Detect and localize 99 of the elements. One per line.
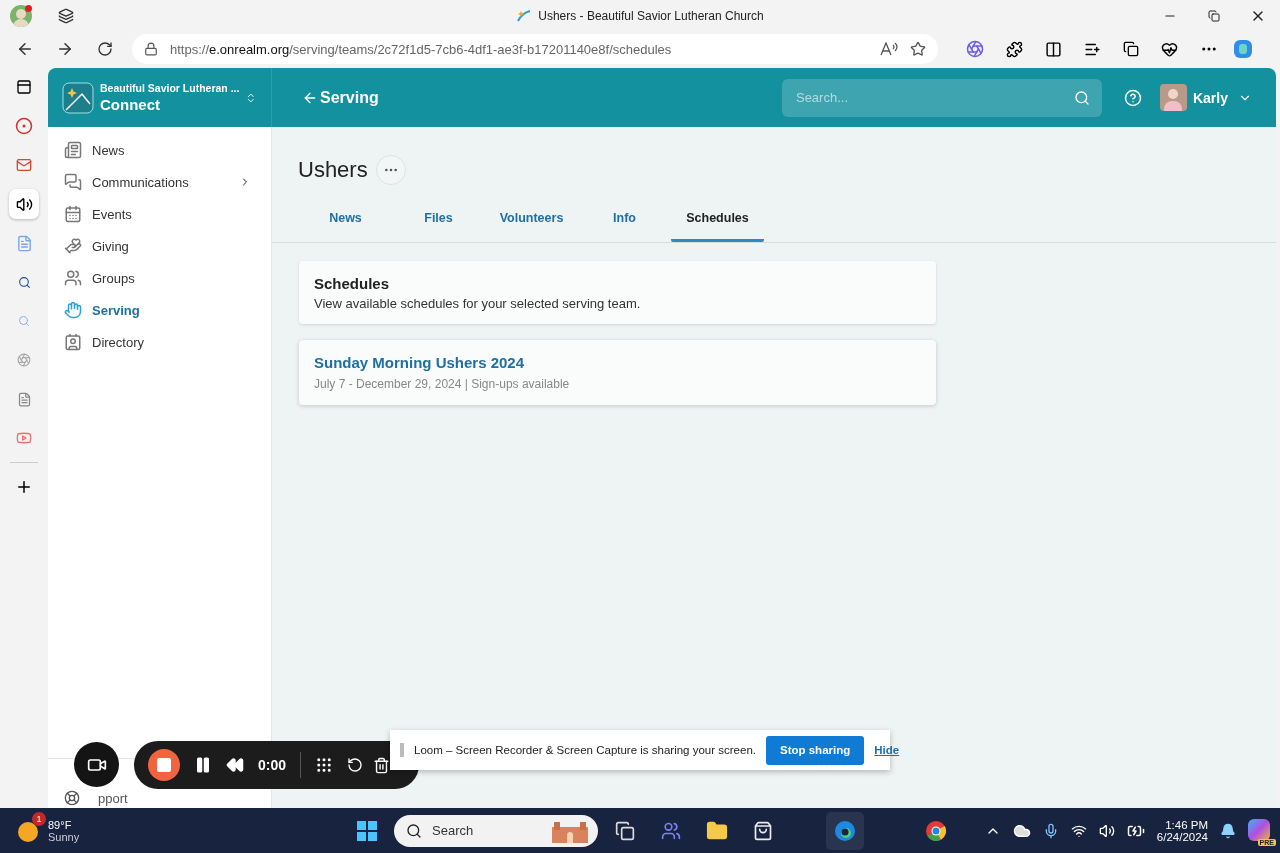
browser-button[interactable] <box>826 811 864 850</box>
grid-icon[interactable] <box>315 756 334 774</box>
address-bar[interactable]: https://e.onrealm.org/serving/teams/2c72f1d5-7cb6-4df1-ae3f-b17201140e8f/schedules <box>132 34 938 64</box>
tab[interactable]: Files <box>392 197 485 242</box>
volume-icon[interactable] <box>1098 822 1115 839</box>
calendar-icon <box>64 205 82 223</box>
collections-icon[interactable] <box>1123 41 1139 57</box>
page-title: Ushers <box>298 157 368 183</box>
teams-icon[interactable] <box>661 820 681 841</box>
split-screen-icon[interactable] <box>1045 40 1062 58</box>
nav-item[interactable]: Groups <box>48 262 271 294</box>
back-icon <box>16 40 34 58</box>
chrome-browser-icon[interactable] <box>924 818 948 843</box>
organization-name: Beautiful Savior Lutheran ... <box>100 81 240 96</box>
tab[interactable]: News <box>299 197 392 242</box>
extension-icon[interactable] <box>966 40 984 58</box>
taskbar-search-input[interactable]: Search <box>430 822 542 839</box>
tabs-icon[interactable] <box>58 8 74 24</box>
heart-pulse-icon[interactable] <box>1161 40 1178 58</box>
stop-sharing-button[interactable]: Stop sharing <box>766 735 865 765</box>
tab[interactable]: Volunteers <box>485 197 578 242</box>
sharing-message: Loom – Screen Recorder & Screen Capture is sharing your screen. <box>414 744 756 756</box>
copilot-icon[interactable] <box>1248 818 1270 841</box>
profile-avatar[interactable] <box>10 5 32 27</box>
search-input[interactable]: Search... <box>793 89 1074 106</box>
aperture-icon <box>17 353 31 367</box>
app-name: Connect <box>100 96 161 114</box>
contact-icon <box>64 333 82 351</box>
taskbar-search-field[interactable]: Search <box>394 814 598 847</box>
schedule-title: Sunday Morning Ushers 2024 <box>314 354 526 371</box>
search-icon <box>17 275 31 289</box>
nav-item[interactable]: Directory <box>48 326 271 358</box>
temperature: 89°F <box>48 818 73 831</box>
read-aloud-icon[interactable] <box>880 42 898 56</box>
puzzle-icon[interactable] <box>1006 40 1023 58</box>
task-view-icon[interactable] <box>615 820 635 841</box>
drag-handle-icon[interactable] <box>400 743 404 757</box>
support-label[interactable]: pport <box>98 791 128 806</box>
pause-icon[interactable] <box>194 756 212 774</box>
folder-icon[interactable] <box>706 819 728 842</box>
record-icon <box>15 117 33 135</box>
tab[interactable]: Schedules <box>671 197 764 242</box>
card-title: Schedules <box>314 275 391 292</box>
site-logo-icon <box>516 9 533 23</box>
store-icon[interactable] <box>753 820 773 841</box>
speaker-icon <box>15 195 33 213</box>
favorite-star-icon[interactable] <box>910 41 926 57</box>
file-icon <box>16 391 32 407</box>
nav-item[interactable]: Events <box>48 198 271 230</box>
browser-icon <box>833 818 857 843</box>
search-field[interactable]: Search... <box>781 78 1102 117</box>
tab[interactable]: Info <box>578 197 671 242</box>
recording-time: 0:00 <box>258 757 287 773</box>
search-icon <box>1073 89 1090 106</box>
forward-icon <box>56 40 74 58</box>
back-link[interactable]: Serving <box>320 88 379 107</box>
weather-condition: Sunny <box>48 830 80 843</box>
weather-icon[interactable] <box>18 821 38 842</box>
add-icon <box>15 478 33 496</box>
search-icon <box>18 315 30 327</box>
schedule-card[interactable]: Sunday Morning Ushers 2024 July 7 - December 29, 2024 | Sign-ups available <box>299 340 936 405</box>
nav-item[interactable]: Communications <box>48 166 271 198</box>
speaker-button[interactable] <box>9 189 39 219</box>
card-description: View available schedules for your selected serving team. <box>314 296 642 311</box>
app-logo-icon <box>62 81 94 114</box>
notification-bell-icon[interactable] <box>1220 822 1236 839</box>
stop-icon <box>157 758 171 772</box>
nav-item[interactable]: News <box>48 134 271 166</box>
restore-icon <box>1208 10 1220 22</box>
hide-link[interactable]: Hide <box>874 744 900 756</box>
restart-icon[interactable] <box>347 757 364 773</box>
user-menu[interactable]: Karly <box>1186 88 1234 107</box>
clock[interactable]: 1:46 PM 6/24/2024 <box>1156 818 1208 843</box>
support-icon <box>64 790 80 806</box>
schedule-details: July 7 - December 29, 2024 | Sign-ups available <box>314 377 571 391</box>
stop-recording-button[interactable] <box>148 749 180 781</box>
people-icon <box>64 269 82 287</box>
user-avatar[interactable] <box>1159 84 1187 111</box>
notification-badge: 1 <box>32 811 46 826</box>
url-text: https://e.onrealm.org/serving/teams/2c72f1d5-7cb6-4df1-ae3f-b17201140e8f/schedules <box>170 41 673 57</box>
mail-icon <box>16 157 32 173</box>
document-icon <box>15 234 33 252</box>
window-title: Ushers - Beautiful Savior Lutheran Church <box>538 9 764 23</box>
search-icon <box>406 822 422 839</box>
nav-item[interactable]: Serving <box>48 294 271 326</box>
lock-icon <box>144 42 158 56</box>
chat-icon <box>64 173 82 191</box>
panel-icon <box>16 79 32 95</box>
start-icon[interactable] <box>356 819 378 842</box>
rewind-icon[interactable] <box>226 756 244 774</box>
nav-item[interactable]: Giving <box>48 230 271 262</box>
trash-icon[interactable] <box>373 756 391 774</box>
hand-icon <box>64 301 82 319</box>
newspaper-icon <box>64 141 82 159</box>
reload-icon <box>97 41 113 57</box>
hand-heart-icon <box>64 237 82 255</box>
notification-dot <box>25 5 32 12</box>
help-icon[interactable] <box>1123 88 1142 107</box>
video-icon <box>16 430 32 446</box>
